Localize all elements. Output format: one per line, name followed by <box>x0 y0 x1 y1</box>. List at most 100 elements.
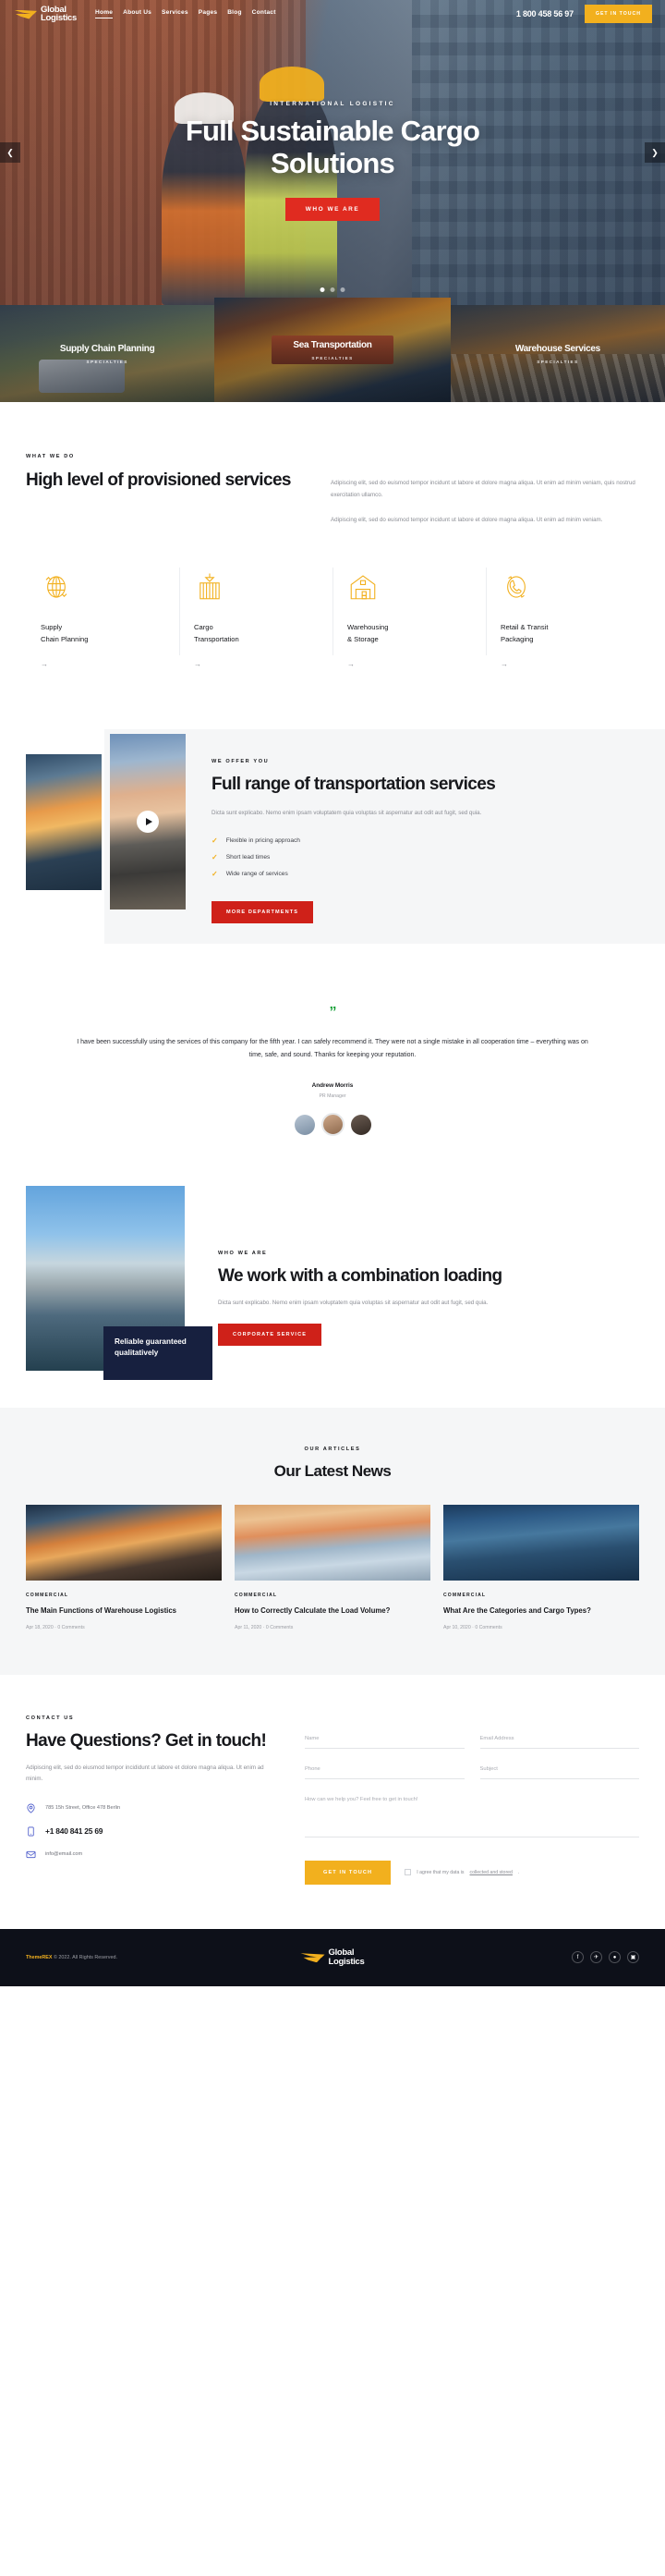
name-input[interactable] <box>305 1735 465 1749</box>
news-card[interactable]: COMMERCIAL How to Correctly Calculate th… <box>235 1504 430 1630</box>
what-we-do-section: WHAT WE DO High level of provisioned ser… <box>0 402 665 527</box>
corporate-service-button[interactable]: CORPORATE SERVICE <box>218 1324 322 1347</box>
what-we-do-kicker: WHAT WE DO <box>26 454 75 459</box>
news-card-title[interactable]: The Main Functions of Warehouse Logistic… <box>26 1605 222 1617</box>
avatar[interactable] <box>294 1114 315 1135</box>
consent-checkbox[interactable] <box>405 1869 412 1876</box>
header-phone-number[interactable]: 1 800 458 56 97 <box>516 9 574 18</box>
form-row-phone-subject <box>305 1765 639 1779</box>
site-logo[interactable]: Global Logistics <box>13 5 77 23</box>
consent-policy-link[interactable]: collected and stored <box>470 1870 513 1875</box>
combination-kicker: WHO WE ARE <box>218 1250 268 1256</box>
offer-kicker: WE OFFER YOU <box>212 759 270 765</box>
nav-item-home[interactable]: Home <box>95 9 114 18</box>
avatar[interactable] <box>350 1114 371 1135</box>
testimonial-author: Andrew Morris <box>311 1081 354 1089</box>
specialty-card-subtitle: SPECIALTIES <box>86 359 128 364</box>
service-item-supply-chain-planning[interactable]: Supply Chain Planning → <box>26 571 179 668</box>
nav-item-about-us[interactable]: About Us <box>123 9 151 18</box>
check-icon: ✓ <box>212 836 218 846</box>
more-departments-button[interactable]: MORE DEPARTMENTS <box>212 901 314 924</box>
message-textarea[interactable] <box>305 1796 639 1837</box>
avatar[interactable] <box>320 1112 345 1136</box>
service-item-retail-transit-packaging[interactable]: Retail & Transit Packaging → <box>486 568 639 668</box>
nav-item-pages[interactable]: Pages <box>199 9 217 18</box>
hero-prev-arrow-icon[interactable]: ❮ <box>0 142 20 163</box>
footer-social-links: f ✈ ● ▣ <box>572 1951 639 1964</box>
specialty-cards: Supply Chain Planning SPECIALTIES Sea Tr… <box>0 298 665 402</box>
footer-logo-text: Global Logistics <box>328 1948 364 1966</box>
news-thumbnail <box>443 1504 639 1581</box>
news-category[interactable]: COMMERCIAL <box>443 1593 639 1598</box>
what-we-do-paragraph-1: Adipiscing elit, sed do euismod tempor i… <box>331 480 635 498</box>
page-root: Global Logistics Home About Us Services … <box>0 0 665 1986</box>
specialty-card-title: Sea Transportation <box>293 339 372 350</box>
news-card[interactable]: COMMERCIAL What Are the Categories and C… <box>443 1504 639 1630</box>
news-category[interactable]: COMMERCIAL <box>26 1593 222 1598</box>
news-kicker: OUR ARTICLES <box>304 1446 361 1452</box>
contact-phone-row[interactable]: +1 840 841 25 69 <box>26 1826 273 1837</box>
hero-next-arrow-icon[interactable]: ❯ <box>645 142 665 163</box>
header-get-in-touch-button[interactable]: GET IN TOUCH <box>584 5 652 23</box>
contact-email-row[interactable]: info@email.com <box>26 1850 273 1860</box>
specialty-card-warehouse-services[interactable]: Warehouse Services SPECIALTIES <box>450 305 665 402</box>
service-label-line2: & Storage <box>347 634 379 643</box>
twitter-icon[interactable]: ✈ <box>590 1951 602 1964</box>
specialty-card-subtitle: SPECIALTIES <box>537 359 579 364</box>
play-icon[interactable] <box>137 811 159 834</box>
nav-item-blog[interactable]: Blog <box>227 9 241 18</box>
testimonial-role: PR Manager <box>319 1093 346 1099</box>
news-title: Our Latest News <box>273 1461 392 1480</box>
cargo-container-icon <box>200 573 220 600</box>
specialty-card-subtitle: SPECIALTIES <box>311 355 354 360</box>
service-item-warehousing-storage[interactable]: Warehousing & Storage → <box>332 568 486 668</box>
hero-dot-3[interactable] <box>340 287 345 292</box>
service-label-line1: Warehousing <box>347 623 389 632</box>
specialty-card-supply-chain-planning[interactable]: Supply Chain Planning SPECIALTIES <box>0 305 215 402</box>
hero-dot-2[interactable] <box>330 287 335 292</box>
location-pin-icon <box>27 1803 35 1813</box>
footer-brand-name[interactable]: ThemeREX <box>26 1955 52 1960</box>
service-arrow-icon[interactable]: → <box>41 660 164 668</box>
news-card-meta: Apr 11, 2020 · 0 Comments <box>235 1624 294 1630</box>
news-card-title[interactable]: What Are the Categories and Cargo Types? <box>443 1605 639 1617</box>
service-label-line2: Packaging <box>501 634 534 643</box>
service-arrow-icon[interactable]: → <box>194 660 318 668</box>
what-we-do-paragraph-2: Adipiscing elit, sed do euismod tempor i… <box>331 517 603 524</box>
footer-copyright-rest: © 2022. All Rights Reserved. <box>52 1954 117 1960</box>
facebook-icon[interactable]: f <box>572 1951 584 1964</box>
hero-who-we-are-button[interactable]: WHO WE ARE <box>284 198 381 222</box>
contact-title: Have Questions? Get in touch! <box>26 1730 267 1751</box>
offer-text-block: WE OFFER YOU Full range of transportatio… <box>186 720 639 924</box>
phone-input[interactable] <box>305 1765 465 1779</box>
service-item-cargo-transportation[interactable]: Cargo Transportation → <box>179 568 332 668</box>
news-card[interactable]: COMMERCIAL The Main Functions of Warehou… <box>26 1504 222 1630</box>
hero-dot-1[interactable] <box>320 287 325 292</box>
contact-address-row: 785 15h Street, Office 478 Berlin <box>26 1803 273 1813</box>
news-card-title[interactable]: How to Correctly Calculate the Load Volu… <box>235 1605 430 1617</box>
footer-logo[interactable]: Global Logistics <box>300 1948 364 1966</box>
submit-get-in-touch-button[interactable]: GET IN TOUCH <box>305 1860 392 1885</box>
testimonial-text: I have been successfully using the servi… <box>77 1038 588 1058</box>
service-arrow-icon[interactable]: → <box>501 660 624 668</box>
news-category[interactable]: COMMERCIAL <box>235 1593 430 1598</box>
card-overlay <box>0 305 215 402</box>
dribbble-icon[interactable]: ● <box>609 1951 621 1964</box>
nav-item-services[interactable]: Services <box>162 9 188 18</box>
subject-input[interactable] <box>479 1765 639 1779</box>
email-input[interactable] <box>479 1735 639 1749</box>
hero-slider-dots <box>320 287 345 292</box>
service-arrow-icon[interactable]: → <box>347 660 471 668</box>
site-footer: ThemeREX © 2022. All Rights Reserved. Gl… <box>0 1928 665 1986</box>
specialty-card-sea-transportation[interactable]: Sea Transportation SPECIALTIES <box>214 298 451 402</box>
form-footer: GET IN TOUCH I agree that my data is col… <box>305 1860 639 1885</box>
service-label-line1: Cargo <box>194 623 213 632</box>
offer-title: Full range of transportation services <box>212 775 496 795</box>
nav-item-contact[interactable]: Contact <box>252 9 276 18</box>
offer-truck-video-thumbnail[interactable] <box>110 734 186 910</box>
what-we-do-left: WHAT WE DO High level of provisioned ser… <box>26 454 294 527</box>
hero-slider: Global Logistics Home About Us Services … <box>0 0 665 305</box>
instagram-icon[interactable]: ▣ <box>627 1951 639 1964</box>
contact-form: GET IN TOUCH I agree that my data is col… <box>305 1715 639 1885</box>
offer-paragraph: Dicta sunt explicabo. Nemo enim ipsam vo… <box>212 809 482 816</box>
